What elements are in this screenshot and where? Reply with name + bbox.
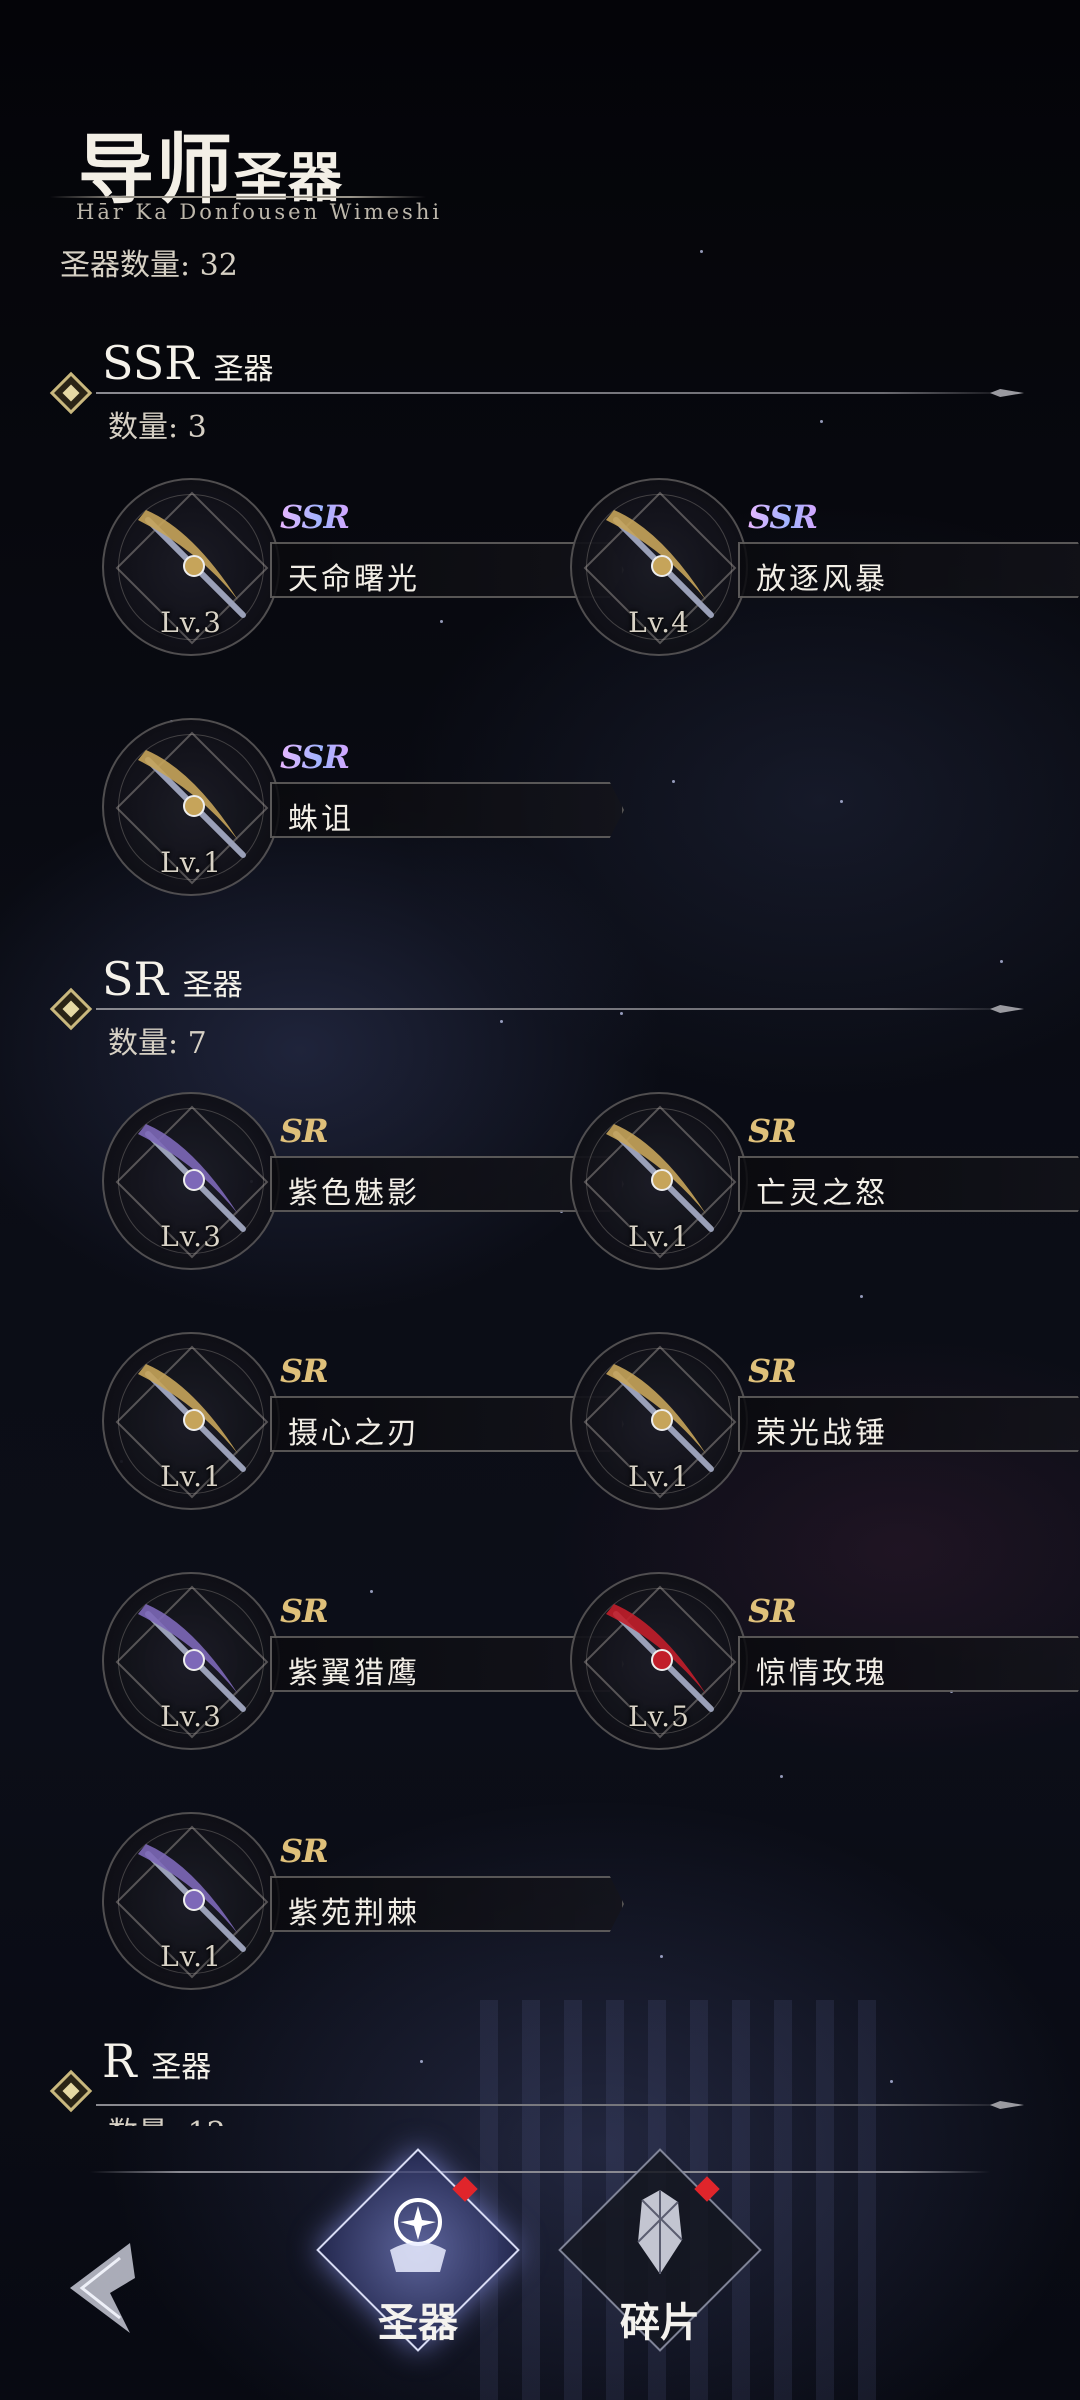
section-header-r: R 圣器 数量: 12 [0, 2028, 1080, 2126]
section-divider [96, 392, 1022, 394]
artifact-card[interactable]: Lv.1 SR 摄心之刃 [102, 1332, 624, 1532]
artifact-name: 紫翼猎鹰 [288, 1656, 420, 1691]
artifact-name: 亡灵之怒 [756, 1176, 888, 1211]
artifact-level: Lv.5 [628, 1700, 690, 1733]
artifact-name: 紫苑荆棘 [288, 1896, 420, 1931]
tab-fragments[interactable]: 碎片 [558, 2148, 762, 2352]
artifact-name: 放逐风暴 [756, 562, 888, 597]
rarity-badge: SSR [280, 498, 350, 536]
star [840, 800, 843, 803]
artifact-level: Lv.3 [160, 1220, 222, 1253]
section-title: SSR 圣器 [102, 336, 274, 390]
tab-label: 碎片 [620, 2299, 700, 2346]
artifact-card[interactable]: Lv.4 SSR 放逐风暴 [570, 478, 1080, 678]
artifact-level: Lv.1 [628, 1460, 690, 1493]
rarity-badge: SR [748, 1112, 797, 1150]
section-title: SR 圣器 [102, 952, 243, 1006]
rarity-badge: SR [280, 1112, 329, 1150]
rarity-badge: SR [280, 1352, 329, 1390]
artifact-card[interactable]: Lv.3 SR 紫翼猎鹰 [102, 1572, 624, 1772]
star [660, 1955, 663, 1958]
rarity-badge: SR [748, 1352, 797, 1390]
artifact-name: 天命曙光 [288, 562, 420, 597]
star [672, 780, 675, 783]
artifact-level: Lv.4 [628, 606, 690, 639]
name-plate: 惊情玫瑰 [738, 1636, 1080, 1692]
artifact-name: 惊情玫瑰 [756, 1656, 888, 1691]
artifact-level: Lv.1 [160, 1940, 222, 1973]
artifact-card[interactable]: Lv.1 SSR 蛛诅 [102, 718, 624, 918]
name-plate: 荣光战锤 [738, 1396, 1080, 1452]
section-title: R 圣器 [102, 2034, 212, 2088]
name-plate: 蛛诅 [270, 782, 624, 838]
bottom-bar-divider [90, 2171, 990, 2173]
artifact-card[interactable]: Lv.3 SR 紫色魅影 [102, 1092, 624, 1292]
artifact-name: 紫色魅影 [288, 1176, 420, 1211]
title-divider [50, 196, 426, 198]
tab-artifacts[interactable]: 圣器 [316, 2148, 520, 2352]
artifact-name: 摄心之刃 [288, 1416, 420, 1451]
section-divider [96, 2104, 1022, 2106]
artifact-level: Lv.1 [160, 1460, 222, 1493]
section-diamond-icon [49, 987, 93, 1031]
artifact-level: Lv.1 [160, 846, 222, 879]
artifact-name: 蛛诅 [288, 802, 354, 837]
divider-tip [990, 2101, 1024, 2109]
back-button[interactable] [60, 2238, 140, 2338]
divider-tip [990, 1005, 1024, 1013]
rarity-badge: SSR [748, 498, 818, 536]
section-diamond-icon [49, 371, 93, 415]
star [700, 250, 703, 253]
section-count: 数量: 12 [108, 2108, 226, 2126]
star [780, 1775, 783, 1778]
artifact-card[interactable]: Lv.3 SSR 天命曙光 [102, 478, 624, 678]
winged-back-icon [70, 2243, 135, 2333]
section-diamond-icon [49, 2069, 93, 2113]
rarity-badge: SSR [280, 738, 350, 776]
rarity-badge: SR [280, 1592, 329, 1630]
tab-label: 圣器 [378, 2299, 458, 2346]
section-header-ssr: SSR 圣器 数量: 3 [0, 330, 1080, 445]
section-header-sr: SR 圣器 数量: 7 [0, 946, 1080, 1061]
artifact-name: 荣光战锤 [756, 1416, 888, 1451]
rarity-badge: SR [748, 1592, 797, 1630]
total-artifact-count: 圣器数量: 32 [60, 248, 238, 283]
section-divider [96, 1008, 1022, 1010]
page-subtitle-latin: Hār Ka Donfousen Wimeshi [76, 200, 443, 224]
artifact-card[interactable]: Lv.1 SR 亡灵之怒 [570, 1092, 1080, 1292]
artifact-level: Lv.3 [160, 606, 222, 639]
crystal-shard-icon [637, 2190, 683, 2274]
artifact-card[interactable]: Lv.5 SR 惊情玫瑰 [570, 1572, 1080, 1772]
artifact-emblem-icon [390, 2198, 446, 2272]
divider-tip [990, 389, 1024, 397]
name-plate: 放逐风暴 [738, 542, 1080, 598]
name-plate: 紫苑荆棘 [270, 1876, 624, 1932]
name-plate: 亡灵之怒 [738, 1156, 1080, 1212]
star [860, 1295, 863, 1298]
artifact-card[interactable]: Lv.1 SR 紫苑荆棘 [102, 1812, 624, 2012]
section-count: 数量: 7 [108, 1026, 207, 1061]
rarity-badge: SR [280, 1832, 329, 1870]
section-count: 数量: 3 [108, 410, 207, 445]
artifact-card[interactable]: Lv.1 SR 荣光战锤 [570, 1332, 1080, 1532]
artifact-level: Lv.1 [628, 1220, 690, 1253]
artifact-level: Lv.3 [160, 1700, 222, 1733]
